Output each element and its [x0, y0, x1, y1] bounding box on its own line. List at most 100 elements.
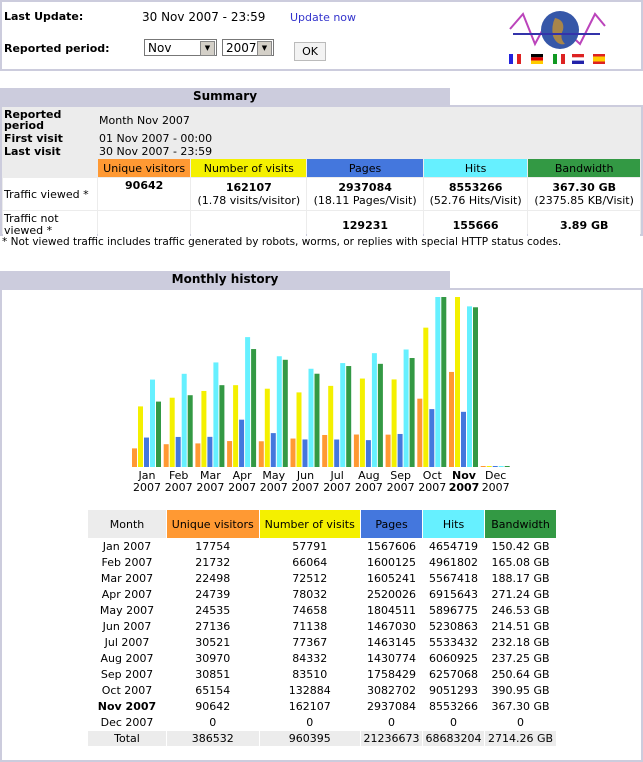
cell-visitors: 24739 — [195, 588, 231, 601]
traffic-viewed-label: Traffic viewed * — [3, 178, 97, 210]
year-select-value: 2007 — [226, 41, 257, 55]
bar-visitors — [195, 443, 201, 467]
cell-hits: 4961802 — [429, 556, 479, 569]
ok-button[interactable]: OK — [294, 42, 326, 61]
cell-visitors: 65154 — [195, 684, 231, 697]
update-now-link[interactable]: Update now — [290, 11, 356, 24]
history-row: Oct 2007 65154 132884 3082702 9051293 390.95 … — [88, 683, 556, 698]
bar-hits — [245, 337, 251, 467]
chevron-down-icon: ▼ — [257, 41, 272, 56]
cell-pages: 1467030 — [367, 620, 416, 633]
bar-visitors — [417, 398, 423, 467]
total-hits: 68683204 — [423, 731, 485, 746]
reported-period-label: Reported period — [4, 108, 62, 132]
cell-bandwidth: 246.53 GB — [491, 604, 550, 617]
bar-bandwidth — [156, 401, 161, 467]
cell-hits: 5896775 — [429, 604, 479, 617]
cell-pages: 1804511 — [367, 604, 416, 617]
bar-hits — [340, 363, 346, 467]
bar-bandwidth — [409, 358, 415, 467]
cell-visits: 72512 — [292, 572, 328, 585]
cell-pages: 2937084 — [367, 700, 416, 713]
year-select[interactable]: 2007 ▼ — [222, 39, 274, 56]
cell-pages: 1758429 — [367, 668, 416, 681]
cell-visits: 77367 — [292, 636, 328, 649]
col-hits: Hits — [423, 159, 528, 177]
bar-visits — [169, 397, 175, 467]
cell-visitors: 17754 — [195, 540, 231, 553]
bar-pages — [492, 466, 498, 467]
bar-hits — [213, 362, 219, 467]
bar-visitors — [353, 434, 359, 467]
cell-visitors: 30970 — [195, 652, 231, 665]
cell-month: Mar 2007 — [100, 572, 154, 585]
bar-pages — [175, 436, 181, 467]
bar-pages — [461, 411, 466, 467]
bar-hits — [276, 356, 282, 467]
bar-bandwidth — [187, 395, 193, 467]
hist-col-pages: Pages — [360, 510, 423, 538]
reported-period-value: Month Nov 2007 — [99, 113, 190, 127]
cell-visitors: 21732 — [195, 556, 231, 569]
cell-visits: 66064 — [292, 556, 328, 569]
bar-visitors — [132, 448, 137, 467]
monthly-history-title: Monthly history — [0, 271, 450, 288]
total-visits: 960395 — [259, 731, 360, 746]
cell-hits: 9051293 — [429, 684, 479, 697]
cell-pages: 1463145 — [367, 636, 416, 649]
viewed-pages-sub: (18.11 Pages/Visit) — [313, 194, 417, 207]
bar-visits — [455, 297, 460, 467]
cell-visits: 162107 — [288, 700, 331, 713]
hist-col-bandwidth: Bandwidth — [485, 510, 556, 538]
cell-visits: 74658 — [292, 604, 328, 617]
viewed-pages: 2937084 — [338, 181, 392, 194]
not-viewed-bandwidth: 3.89 GB — [559, 218, 609, 232]
bar-visitors — [258, 441, 264, 467]
bar-visits — [391, 379, 397, 467]
cell-month: Apr 2007 — [101, 588, 153, 601]
cell-pages: 1600125 — [367, 556, 416, 569]
cell-month: Sep 2007 — [100, 668, 154, 681]
total-row: Total 386532 960395 21236673 68683204 27… — [88, 731, 556, 746]
cell-month: Oct 2007 — [101, 684, 153, 697]
hist-col-visits: Number of visits — [259, 510, 360, 538]
cell-visits: 83510 — [292, 668, 328, 681]
bar-visits — [486, 466, 492, 467]
cell-visitors: 0 — [209, 716, 217, 729]
chevron-down-icon: ▼ — [200, 41, 215, 56]
history-row: Jul 2007 30521 77367 1463145 5533432 232.18 G… — [88, 635, 556, 650]
language-flags[interactable] — [509, 54, 605, 64]
cell-bandwidth: 188.17 GB — [491, 572, 550, 585]
monthly-history-chart — [132, 297, 510, 467]
cell-month: Feb 2007 — [101, 556, 153, 569]
first-visit-label: First visit — [4, 132, 63, 145]
col-unique-visitors: Unique visitors — [98, 159, 191, 177]
col-bandwidth: Bandwidth — [528, 159, 640, 177]
history-row: Aug 2007 30970 84332 1430774 6060925 237.25 G… — [88, 651, 556, 666]
col-visits: Number of visits — [191, 159, 307, 177]
x-tick-label: Dec 2007 — [476, 470, 516, 494]
not-viewed-hits: 155666 — [452, 218, 499, 232]
viewed-visits: 162107 — [225, 181, 272, 194]
traffic-viewed-row: Traffic viewed * 90642 162107 (1.78 visit… — [3, 178, 640, 210]
bar-visitors — [227, 441, 233, 467]
cell-visits: 57791 — [292, 540, 328, 553]
history-row: Feb 2007 21732 66064 1600125 4961802 165.08 G… — [88, 555, 556, 570]
traffic-not-viewed-label: Traffic not viewed * — [4, 212, 59, 237]
cell-bandwidth: 237.25 GB — [491, 652, 550, 665]
first-visit-value: 01 Nov 2007 - 00:00 — [99, 132, 213, 145]
bar-visits — [264, 388, 270, 467]
cell-month: Aug 2007 — [100, 652, 154, 665]
bar-hits — [371, 353, 377, 467]
bar-hits — [181, 373, 187, 467]
last-visit-label: Last visit — [4, 145, 61, 158]
cell-visits: 71138 — [292, 620, 328, 633]
bar-visits — [359, 378, 365, 467]
bar-bandwidth — [282, 359, 288, 467]
bar-visits — [138, 406, 143, 467]
cell-visitors: 30521 — [195, 636, 231, 649]
cell-pages: 2520026 — [367, 588, 416, 601]
bar-bandwidth — [377, 363, 383, 467]
month-select[interactable]: Nov ▼ — [144, 39, 217, 56]
cell-bandwidth: 390.95 GB — [491, 684, 550, 697]
